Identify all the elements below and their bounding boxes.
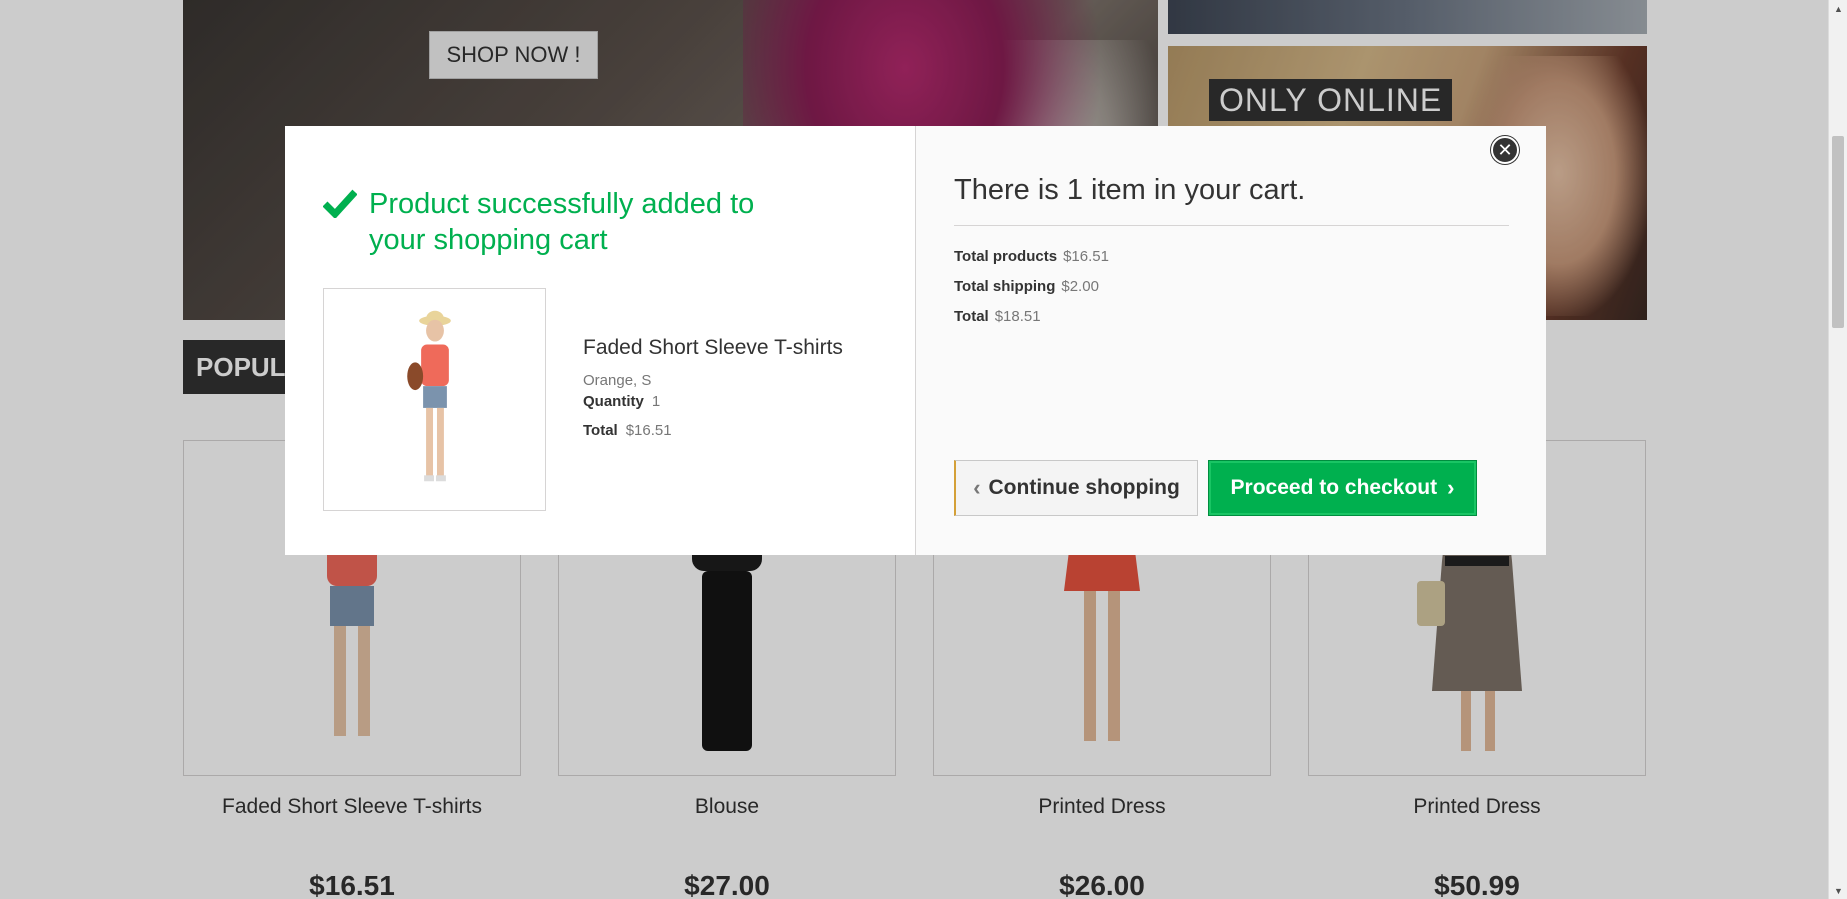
total-label: Total xyxy=(583,422,618,439)
total-shipping-row: Total shipping $2.00 xyxy=(954,278,1508,295)
success-message: Product successfully added to your shopp… xyxy=(323,186,877,258)
total-shipping-value: $2.00 xyxy=(1061,278,1099,295)
total-products-label: Total products xyxy=(954,248,1058,265)
modal-cart-panel: ✕ There is 1 item in your cart. Total pr… xyxy=(915,126,1546,555)
page-scrollbar[interactable]: ▲ ▼ xyxy=(1828,0,1847,899)
cart-total-row: Total $18.51 xyxy=(954,308,1508,325)
proceed-to-checkout-button[interactable]: Proceed to checkout › xyxy=(1208,460,1477,516)
total-value: $16.51 xyxy=(625,422,672,439)
success-text: Product successfully added to your shopp… xyxy=(369,188,755,256)
close-icon[interactable]: ✕ xyxy=(1491,136,1519,164)
checkmark-icon xyxy=(323,189,357,218)
modal-product-panel: Product successfully added to your shopp… xyxy=(285,126,915,555)
quantity-value: 1 xyxy=(651,393,661,410)
quantity-label: Quantity xyxy=(583,393,644,410)
total-products-value: $16.51 xyxy=(1063,248,1109,265)
add-to-cart-modal: Product successfully added to your shopp… xyxy=(285,126,1546,555)
proceed-to-checkout-label: Proceed to checkout xyxy=(1230,476,1438,499)
added-product: Faded Short Sleeve T-shirts Orange, S Qu… xyxy=(323,288,877,511)
scroll-down-icon[interactable]: ▼ xyxy=(1829,882,1847,899)
chevron-left-icon: ‹ xyxy=(973,475,981,500)
total-shipping-label: Total shipping xyxy=(954,278,1056,295)
cart-total-label: Total xyxy=(954,308,989,325)
added-product-image xyxy=(323,288,546,511)
total-products-row: Total products $16.51 xyxy=(954,248,1508,265)
added-product-quantity: Quantity 1 xyxy=(583,393,843,410)
added-product-name: Faded Short Sleeve T-shirts xyxy=(583,336,843,359)
scroll-up-icon[interactable]: ▲ xyxy=(1829,0,1847,17)
scrollbar-thumb[interactable] xyxy=(1832,136,1844,328)
chevron-right-icon: › xyxy=(1447,475,1455,500)
cart-title: There is 1 item in your cart. xyxy=(954,174,1509,226)
continue-shopping-button[interactable]: ‹ Continue shopping xyxy=(954,460,1198,516)
added-product-attributes: Orange, S xyxy=(583,372,652,389)
cart-total-value: $18.51 xyxy=(994,308,1041,325)
added-product-info: Faded Short Sleeve T-shirts Orange, S Qu… xyxy=(583,336,843,511)
continue-shopping-label: Continue shopping xyxy=(988,476,1180,499)
cart-totals: Total products $16.51 Total shipping $2.00… xyxy=(954,248,1508,325)
added-product-total: Total $16.51 xyxy=(583,422,843,439)
